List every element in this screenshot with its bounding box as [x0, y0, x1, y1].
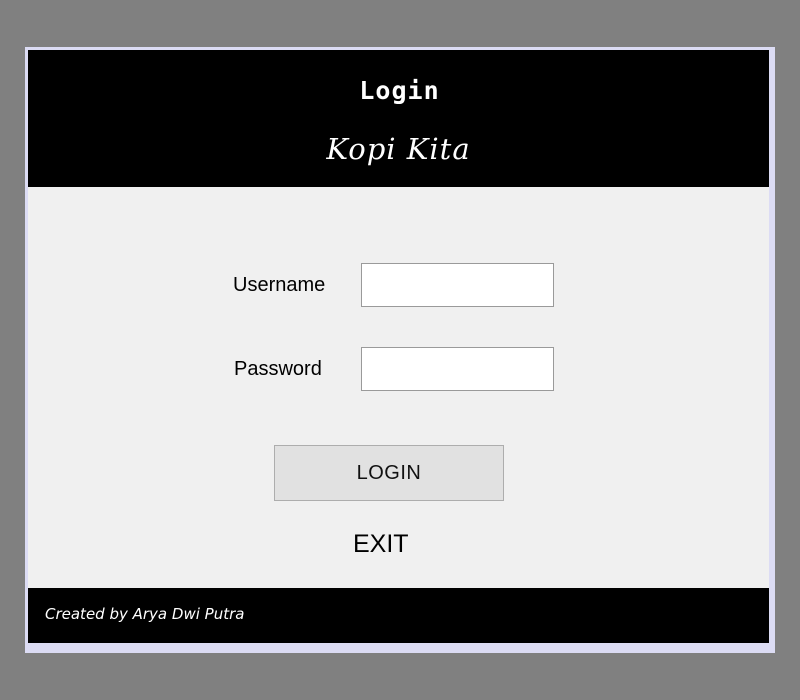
footer-bar: Created by Arya Dwi Putra [28, 588, 769, 643]
exit-button[interactable]: EXIT [353, 530, 409, 559]
login-window: Login Kopi Kita Username Password LOGIN … [25, 47, 775, 653]
password-label: Password [234, 358, 322, 380]
username-label: Username [233, 274, 326, 296]
username-input[interactable] [361, 263, 554, 307]
login-panel: Login Kopi Kita Username Password LOGIN … [28, 50, 769, 643]
brand-name: Kopi Kita [326, 132, 471, 166]
footer-credit: Created by Arya Dwi Putra [45, 605, 245, 623]
login-button[interactable]: LOGIN [274, 445, 504, 501]
page-title: Login [359, 76, 440, 105]
header-banner: Login Kopi Kita [28, 50, 769, 187]
password-input[interactable] [361, 347, 554, 391]
